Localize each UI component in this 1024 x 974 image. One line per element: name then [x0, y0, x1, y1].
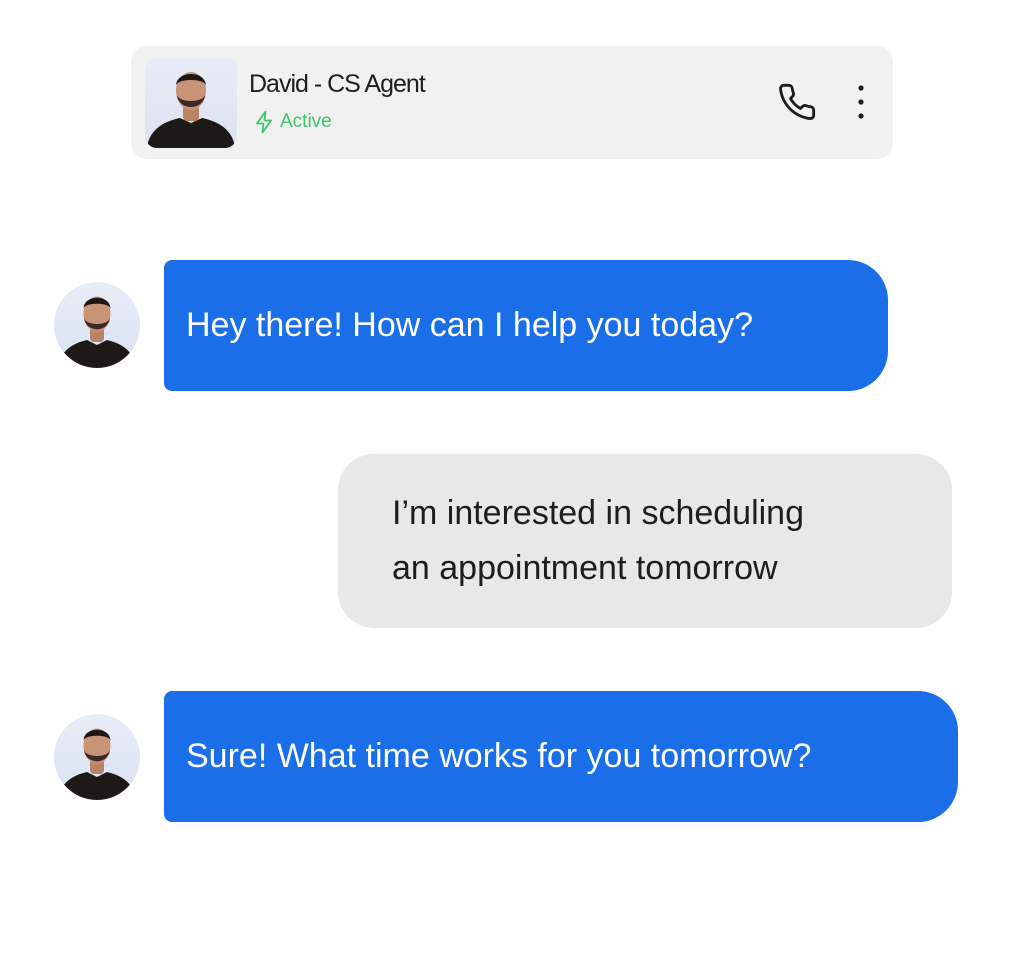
message-line: I’m interested in scheduling — [392, 494, 805, 532]
user-message: I’m interested in scheduling an appointm… — [338, 454, 952, 628]
more-vertical-icon — [856, 82, 866, 125]
agent-avatar[interactable] — [145, 57, 237, 148]
agent-name: David - CS Agent — [249, 70, 426, 98]
message-line: an appointment tomorrow — [392, 549, 778, 587]
agent-message: Hey there! How can I help you today? — [164, 260, 888, 391]
message-avatar[interactable] — [54, 282, 140, 368]
lightning-icon — [254, 110, 274, 134]
call-button[interactable] — [774, 80, 820, 126]
agent-message: Sure! What time works for you tomorrow? — [164, 691, 958, 822]
chat-screen: David - CS Agent Active Hey there! How c… — [0, 0, 1024, 974]
phone-icon — [777, 82, 817, 125]
status-indicator: Active — [254, 110, 332, 134]
status-text: Active — [280, 111, 332, 132]
more-options-button[interactable] — [846, 80, 876, 126]
message-avatar[interactable] — [54, 714, 140, 800]
